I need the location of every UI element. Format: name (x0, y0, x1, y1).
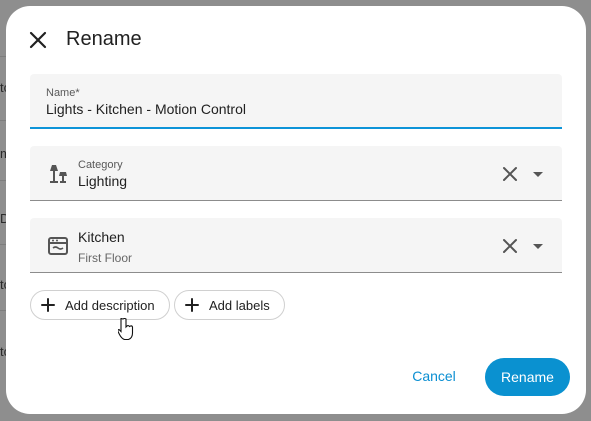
add-labels-button[interactable]: Add labels (174, 290, 285, 320)
cancel-button[interactable]: Cancel (402, 358, 466, 394)
clear-category-icon[interactable] (498, 162, 522, 186)
area-name: Kitchen (78, 229, 125, 245)
close-icon (29, 31, 47, 49)
area-floor: First Floor (78, 251, 132, 265)
dialog-title: Rename (66, 28, 142, 50)
chevron-down-icon[interactable] (526, 234, 550, 258)
area-select[interactable]: Kitchen First Floor (30, 218, 562, 273)
rename-dialog: Rename Name* Lights - Kitchen - Motion C… (6, 6, 586, 414)
hand-cursor-icon (118, 318, 134, 340)
add-labels-label: Add labels (209, 297, 270, 313)
add-description-button[interactable]: Add description (30, 290, 170, 320)
category-label: Category (78, 159, 123, 171)
clear-area-icon[interactable] (498, 234, 522, 258)
close-button[interactable] (24, 26, 52, 54)
plus-icon (41, 298, 55, 312)
name-field[interactable]: Name* Lights - Kitchen - Motion Control (30, 74, 562, 129)
category-select[interactable]: Category Lighting (30, 146, 562, 201)
name-field-label: Name* (46, 87, 80, 99)
chevron-down-icon[interactable] (526, 162, 550, 186)
name-field-value[interactable]: Lights - Kitchen - Motion Control (46, 101, 246, 117)
rename-button[interactable]: Rename (485, 358, 570, 396)
stove-icon (48, 237, 68, 255)
add-description-label: Add description (65, 297, 155, 313)
category-value: Lighting (78, 173, 128, 189)
lamp-icon (50, 165, 67, 183)
plus-icon (185, 298, 199, 312)
